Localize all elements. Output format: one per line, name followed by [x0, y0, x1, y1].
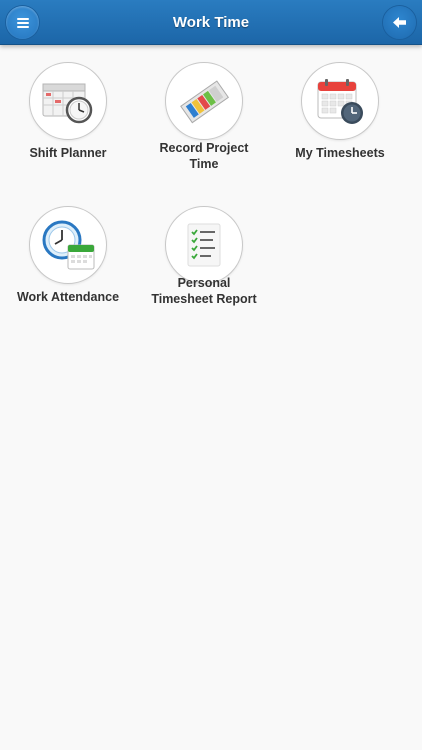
tile-record-project-time[interactable]: Record Project Time: [144, 62, 264, 172]
my-timesheets-icon: [317, 79, 363, 124]
back-button[interactable]: [383, 6, 416, 39]
record-project-time-icon: [180, 80, 230, 124]
arrow-left-icon: [393, 17, 406, 28]
app-header: Work Time: [0, 0, 422, 45]
tile-icon-circle: [29, 206, 107, 284]
tile-label: Work Attendance: [16, 290, 120, 304]
tile-shift-planner[interactable]: Shift Planner: [8, 62, 128, 162]
tile-icon-circle: [301, 62, 379, 140]
tile-my-timesheets[interactable]: My Timesheets: [280, 62, 400, 162]
tile-label: Personal Timesheet Report: [151, 276, 257, 306]
page-title: Work Time: [172, 14, 250, 31]
tile-label: Record Project Time: [159, 141, 249, 171]
tile-label: Shift Planner: [29, 146, 107, 160]
shift-planner-icon: [42, 83, 93, 124]
tile-icon-circle: [29, 62, 107, 140]
tile-icon-circle: [165, 62, 243, 140]
tile-work-attendance[interactable]: Work Attendance: [8, 206, 128, 306]
tile-personal-timesheet-report[interactable]: Personal Timesheet Report: [144, 206, 264, 307]
timesheet-report-icon: [187, 223, 221, 267]
tile-label: My Timesheets: [295, 146, 385, 160]
tile-icon-circle: [165, 206, 243, 284]
work-attendance-icon: [42, 220, 95, 270]
